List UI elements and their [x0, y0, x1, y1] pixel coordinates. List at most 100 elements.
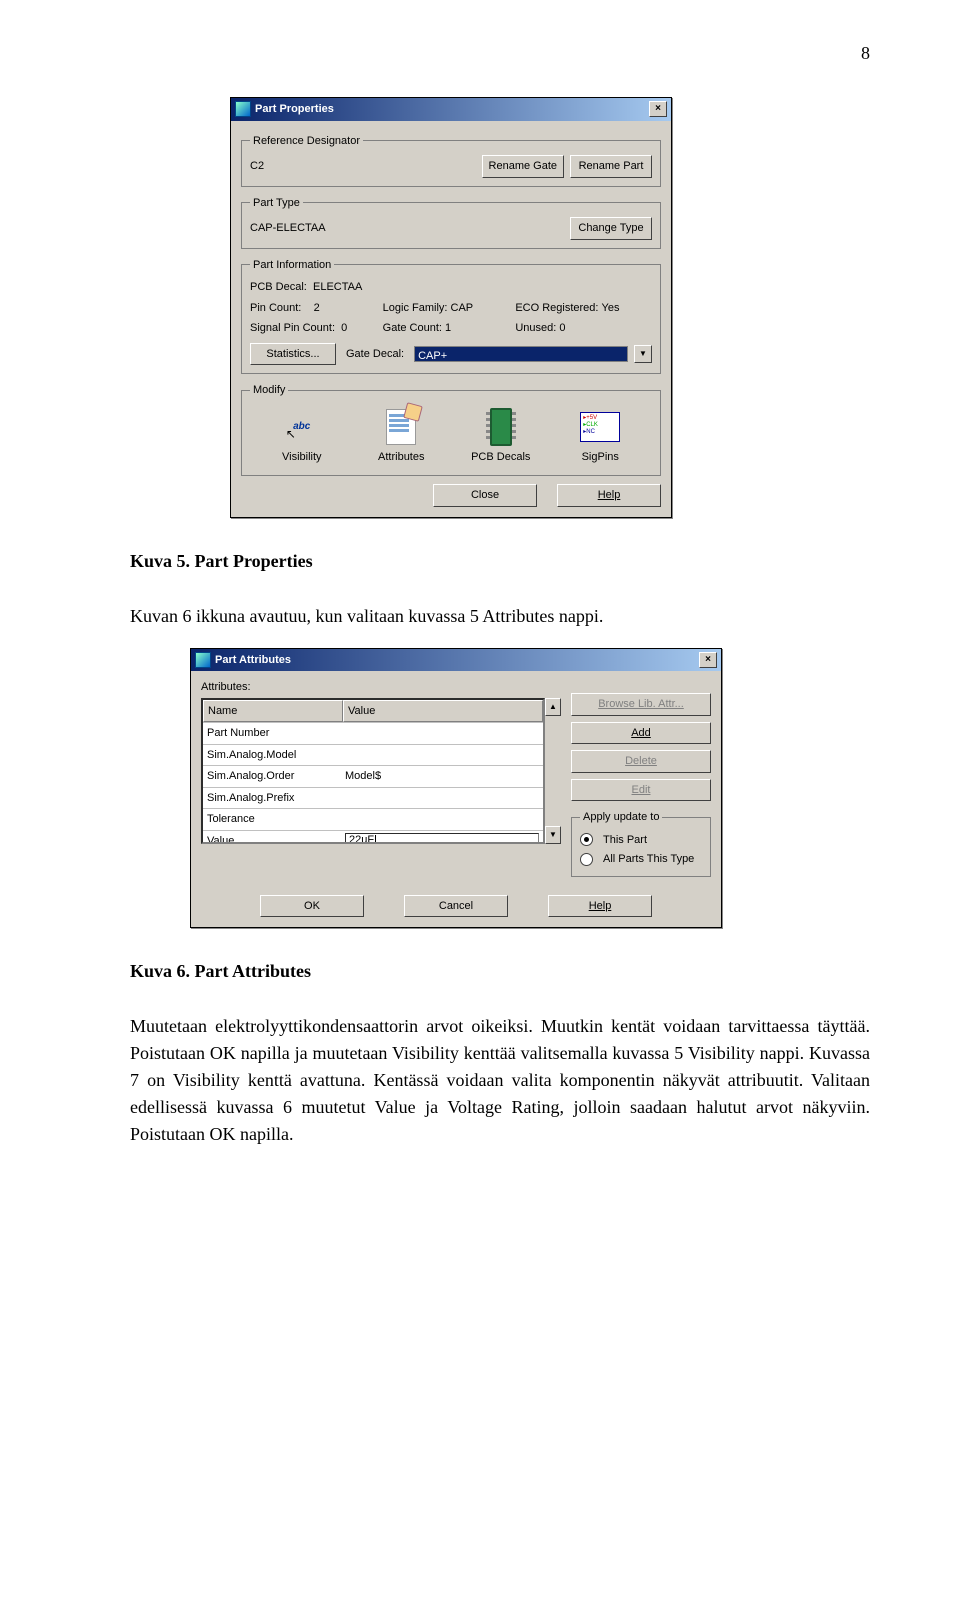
dialog-title: Part Attributes: [215, 652, 291, 669]
refdes-legend: Reference Designator: [250, 133, 363, 150]
delete-button[interactable]: Delete: [571, 750, 711, 773]
edit-button[interactable]: Edit: [571, 779, 711, 802]
modify-group: Modify abc↖ Visibility Attributes PCB De…: [241, 382, 661, 476]
attributes-button[interactable]: Attributes: [361, 409, 441, 466]
visibility-label: Visibility: [262, 449, 342, 466]
cancel-button[interactable]: Cancel: [404, 895, 508, 918]
pcb-decals-label: PCB Decals: [461, 449, 541, 466]
help-button[interactable]: Help: [557, 484, 661, 507]
chevron-down-icon[interactable]: ▼: [634, 345, 652, 363]
table-row[interactable]: Tolerance: [203, 808, 543, 830]
signal-pin-value: 0: [341, 322, 347, 334]
paragraph-2: Muutetaan elektrolyyttikondensaattorin a…: [130, 1013, 870, 1148]
col-value-header[interactable]: Value: [343, 700, 543, 723]
attributes-label: Attributes:: [201, 679, 561, 696]
radio-all-parts[interactable]: All Parts This Type: [580, 851, 702, 868]
refdes-value: C2: [250, 158, 264, 175]
radio-icon: [580, 853, 593, 866]
signal-pin-label: Signal Pin Count:: [250, 322, 335, 334]
rename-part-button[interactable]: Rename Part: [570, 155, 652, 178]
part-type-group: Part Type CAP-ELECTAA Change Type: [241, 195, 661, 249]
attr-name: Tolerance: [203, 809, 341, 830]
eco-label: ECO Registered:: [515, 302, 598, 314]
part-attributes-dialog: Part Attributes × Attributes: Name Value…: [190, 648, 722, 929]
pcb-decal-value: ELECTAA: [313, 281, 362, 293]
gate-decal-label: Gate Decal:: [346, 346, 404, 363]
reference-designator-group: Reference Designator C2 Rename Gate Rena…: [241, 133, 661, 187]
apply-update-legend: Apply update to: [580, 809, 662, 826]
app-icon: [235, 101, 251, 117]
part-info-legend: Part Information: [250, 257, 334, 274]
close-button[interactable]: Close: [433, 484, 537, 507]
pin-count-value: 2: [314, 302, 320, 314]
unused-value: 0: [559, 322, 565, 334]
radio-icon: [580, 833, 593, 846]
visibility-icon: abc↖: [280, 409, 324, 445]
attributes-table[interactable]: Name Value Part NumberSim.Analog.ModelSi…: [201, 698, 545, 845]
dialog-title: Part Properties: [255, 101, 334, 118]
rename-gate-button[interactable]: Rename Gate: [482, 155, 564, 178]
gate-count-value: 1: [445, 322, 451, 334]
ok-button[interactable]: OK: [260, 895, 364, 918]
titlebar[interactable]: Part Properties ×: [231, 98, 671, 121]
scroll-up-icon[interactable]: ▲: [545, 698, 561, 716]
col-name-header[interactable]: Name: [203, 700, 343, 723]
pin-count-label: Pin Count:: [250, 302, 301, 314]
attr-value[interactable]: 22uF: [341, 831, 543, 843]
table-row[interactable]: Sim.Analog.Prefix: [203, 787, 543, 809]
logic-family-value: CAP: [451, 302, 474, 314]
pcb-decals-icon: [479, 409, 523, 445]
add-button[interactable]: Add: [571, 722, 711, 745]
attr-value[interactable]: [341, 745, 543, 766]
radio-all-label: All Parts This Type: [603, 851, 694, 868]
figure-6-caption: Kuva 6. Part Attributes: [130, 958, 870, 985]
close-icon[interactable]: ×: [699, 652, 717, 668]
attributes-label: Attributes: [361, 449, 441, 466]
attr-value[interactable]: [341, 723, 543, 744]
attr-name: Part Number: [203, 723, 341, 744]
scrollbar[interactable]: ▲ ▼: [545, 698, 561, 845]
browse-lib-attr-button[interactable]: Browse Lib. Attr...: [571, 693, 711, 716]
attr-value[interactable]: [341, 809, 543, 830]
visibility-button[interactable]: abc↖ Visibility: [262, 409, 342, 466]
close-icon[interactable]: ×: [649, 101, 667, 117]
app-icon: [195, 652, 211, 668]
page-number: 8: [130, 40, 870, 67]
table-row[interactable]: Part Number: [203, 722, 543, 744]
modify-legend: Modify: [250, 382, 288, 399]
statistics-button[interactable]: Statistics...: [250, 343, 336, 366]
figure-5-caption: Kuva 5. Part Properties: [130, 548, 870, 575]
apply-update-group: Apply update to This Part All Parts This…: [571, 809, 711, 877]
change-type-button[interactable]: Change Type: [570, 217, 652, 240]
sigpins-label: SigPins: [560, 449, 640, 466]
help-button[interactable]: Help: [548, 895, 652, 918]
attr-name: Sim.Analog.Order: [203, 766, 341, 787]
value-edit-input[interactable]: 22uF: [345, 833, 539, 843]
attr-name: Value: [203, 831, 341, 843]
sigpins-icon: ▸+5V▸CLK▸NC: [578, 409, 622, 445]
eco-value: Yes: [602, 302, 620, 314]
attr-value[interactable]: Model$: [341, 766, 543, 787]
table-row[interactable]: Sim.Analog.Model: [203, 744, 543, 766]
scroll-down-icon[interactable]: ▼: [545, 826, 561, 844]
part-properties-dialog: Part Properties × Reference Designator C…: [230, 97, 672, 518]
attr-name: Sim.Analog.Prefix: [203, 788, 341, 809]
gate-count-label: Gate Count:: [383, 322, 442, 334]
table-row[interactable]: Sim.Analog.OrderModel$: [203, 765, 543, 787]
unused-label: Unused:: [515, 322, 556, 334]
attr-name: Sim.Analog.Model: [203, 745, 341, 766]
part-information-group: Part Information PCB Decal: ELECTAA Pin …: [241, 257, 661, 375]
table-row[interactable]: Value 22uF: [203, 830, 543, 843]
gate-decal-select[interactable]: CAP+: [414, 346, 628, 362]
logic-family-label: Logic Family:: [383, 302, 448, 314]
radio-this-part[interactable]: This Part: [580, 832, 702, 849]
part-type-legend: Part Type: [250, 195, 303, 212]
titlebar[interactable]: Part Attributes ×: [191, 649, 721, 672]
paragraph-1: Kuvan 6 ikkuna avautuu, kun valitaan kuv…: [130, 603, 870, 630]
radio-this-label: This Part: [603, 832, 647, 849]
attr-value[interactable]: [341, 788, 543, 809]
part-type-value: CAP-ELECTAA: [250, 220, 326, 237]
pcb-decals-button[interactable]: PCB Decals: [461, 409, 541, 466]
sigpins-button[interactable]: ▸+5V▸CLK▸NC SigPins: [560, 409, 640, 466]
attributes-icon: [379, 409, 423, 445]
